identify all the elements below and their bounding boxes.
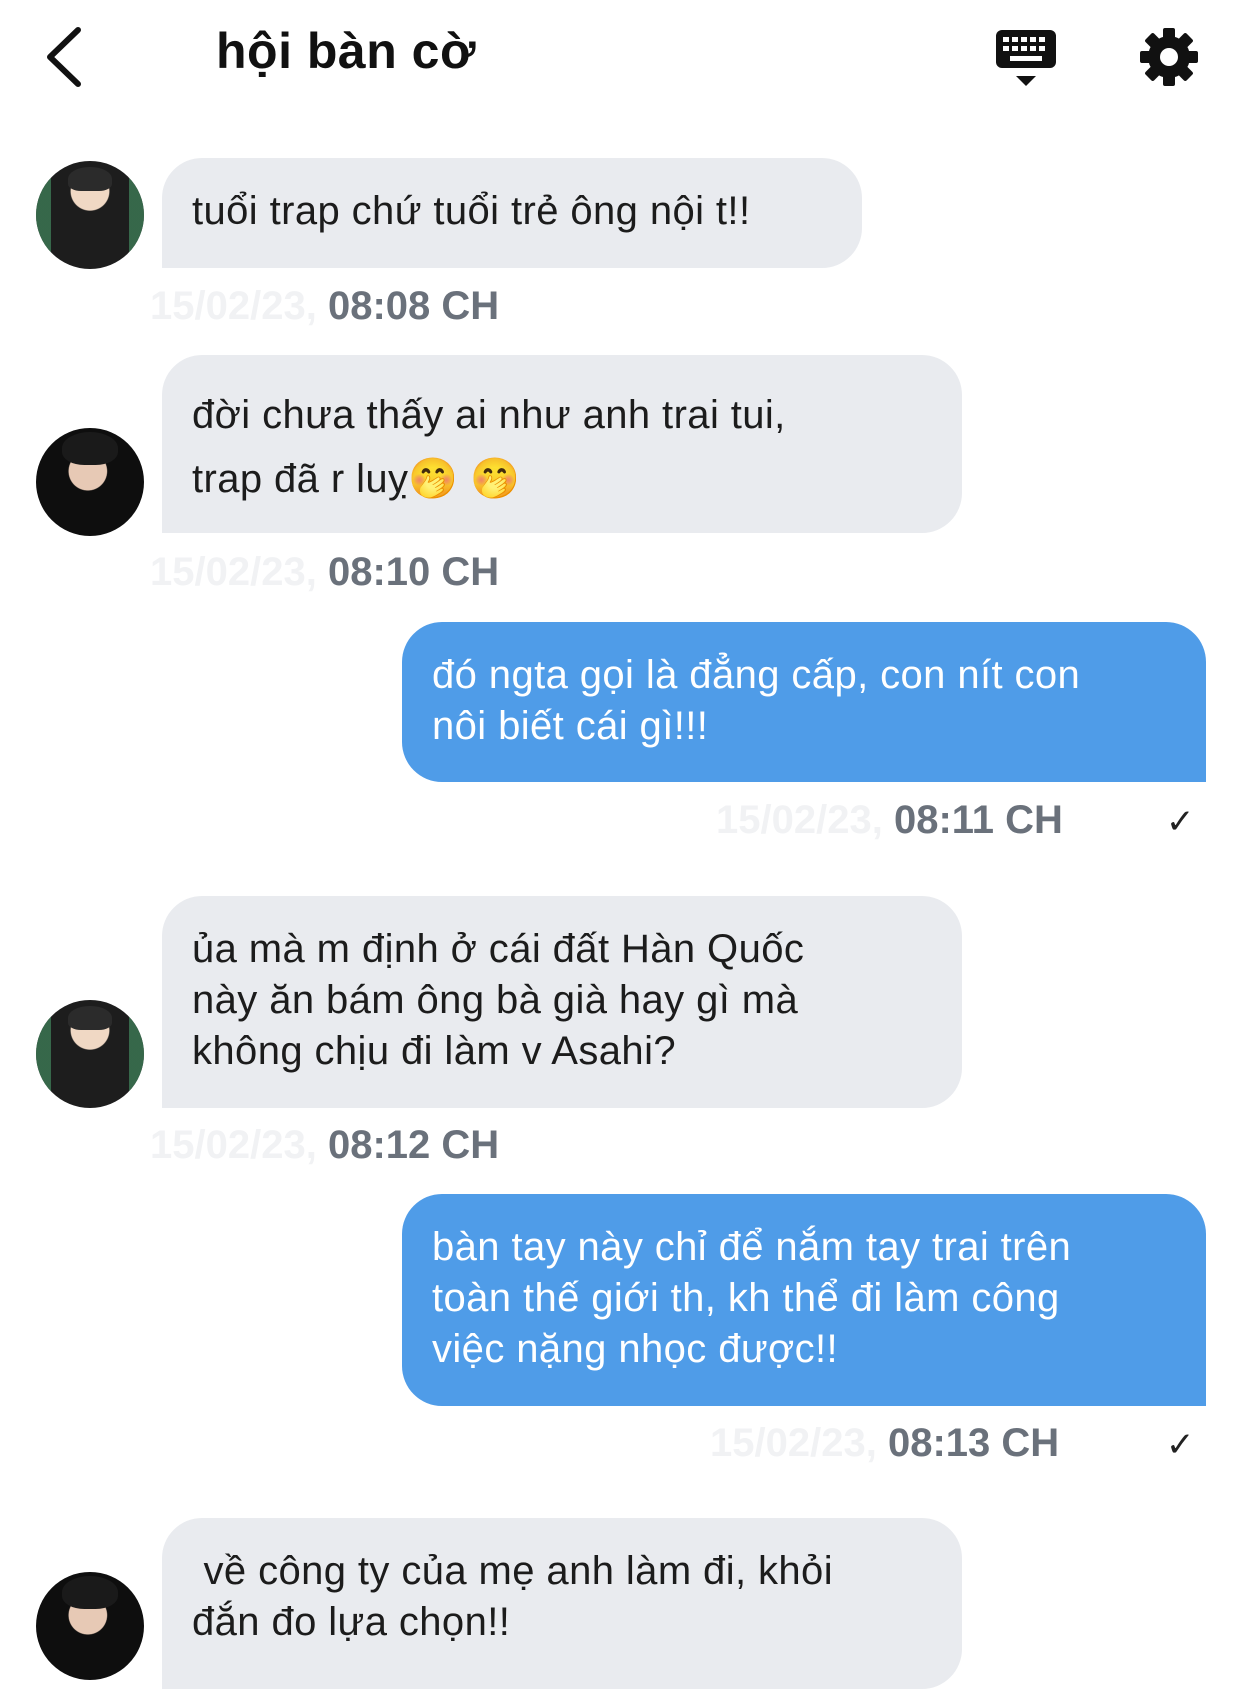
message-timestamp: 15/02/23, 08:08 CH bbox=[150, 284, 499, 329]
chat-title: hội bàn cờ bbox=[216, 23, 477, 79]
message-text: ủa mà m định ở cái đất Hàn Quốc bbox=[192, 927, 805, 971]
message-timestamp: 15/02/23, 08:10 CH bbox=[150, 550, 499, 595]
message-text: bàn tay này chỉ để nắm tay trai trên bbox=[432, 1225, 1072, 1269]
message-date: 15/02/23, bbox=[150, 284, 317, 328]
message-text: đó ngta gọi là đẳng cấp, con nít con bbox=[432, 653, 1081, 697]
message-text: đắn đo lựa chọn!! bbox=[192, 1600, 511, 1644]
message-bubble-incoming[interactable]: ủa mà m định ở cái đất Hàn Quốc này ăn b… bbox=[162, 896, 962, 1108]
read-check-icon: ✓ bbox=[1166, 1426, 1195, 1464]
message-date: 15/02/23, bbox=[716, 798, 883, 842]
gear-icon[interactable] bbox=[1138, 26, 1200, 88]
message-timestamp: 15/02/23, 08:13 CH bbox=[710, 1421, 1059, 1466]
message-bubble-outgoing[interactable]: đó ngta gọi là đẳng cấp, con nít con nôi… bbox=[402, 622, 1206, 782]
message-date: 15/02/23, bbox=[150, 550, 317, 594]
message-bubble-outgoing[interactable]: bàn tay này chỉ để nắm tay trai trên toà… bbox=[402, 1194, 1206, 1406]
message-timestamp: 15/02/23, 08:11 CH bbox=[716, 798, 1063, 843]
message-bubble-incoming[interactable]: về công ty của mẹ anh làm đi, khỏi đắn đ… bbox=[162, 1518, 962, 1689]
message-text: nôi biết cái gì!!! bbox=[432, 704, 709, 748]
contact-avatar[interactable] bbox=[36, 1572, 144, 1680]
contact-avatar[interactable] bbox=[36, 161, 144, 269]
message-time: 08:12 CH bbox=[327, 1123, 500, 1167]
message-date: 15/02/23, bbox=[710, 1421, 877, 1465]
contact-avatar[interactable] bbox=[36, 428, 144, 536]
contact-avatar[interactable] bbox=[36, 1000, 144, 1108]
message-time: 08:11 CH bbox=[893, 798, 1063, 842]
message-bubble-incoming[interactable]: đời chưa thấy ai như anh trai tui, trap … bbox=[162, 355, 962, 533]
message-time: 08:10 CH bbox=[327, 550, 500, 594]
read-check-icon: ✓ bbox=[1166, 803, 1195, 841]
message-time: 08:13 CH bbox=[887, 1421, 1060, 1465]
message-date: 15/02/23, bbox=[150, 1123, 317, 1167]
message-text: trap đã r luỵ🤭 🤭 bbox=[192, 457, 521, 501]
message-text: về công ty của mẹ anh làm đi, khỏi bbox=[192, 1549, 833, 1593]
keyboard-icon[interactable] bbox=[994, 26, 1058, 90]
back-chevron-icon[interactable] bbox=[40, 22, 92, 92]
message-time: 08:08 CH bbox=[327, 284, 500, 328]
message-text: đời chưa thấy ai như anh trai tui, bbox=[192, 393, 786, 437]
message-timestamp: 15/02/23, 08:12 CH bbox=[150, 1123, 499, 1168]
message-text: không chịu đi làm v Asahi? bbox=[192, 1029, 677, 1073]
chat-header: hội bàn cờ bbox=[0, 0, 1242, 120]
message-text: này ăn bám ông bà già hay gì mà bbox=[192, 978, 799, 1022]
message-text: việc nặng nhọc được!! bbox=[432, 1327, 839, 1371]
message-bubble-incoming[interactable]: tuổi trap chứ tuổi trẻ ông nội t!! bbox=[162, 158, 862, 268]
message-text: toàn thế giới th, kh thể đi làm công bbox=[432, 1276, 1060, 1320]
message-text: tuổi trap chứ tuổi trẻ ông nội t!! bbox=[192, 189, 751, 233]
